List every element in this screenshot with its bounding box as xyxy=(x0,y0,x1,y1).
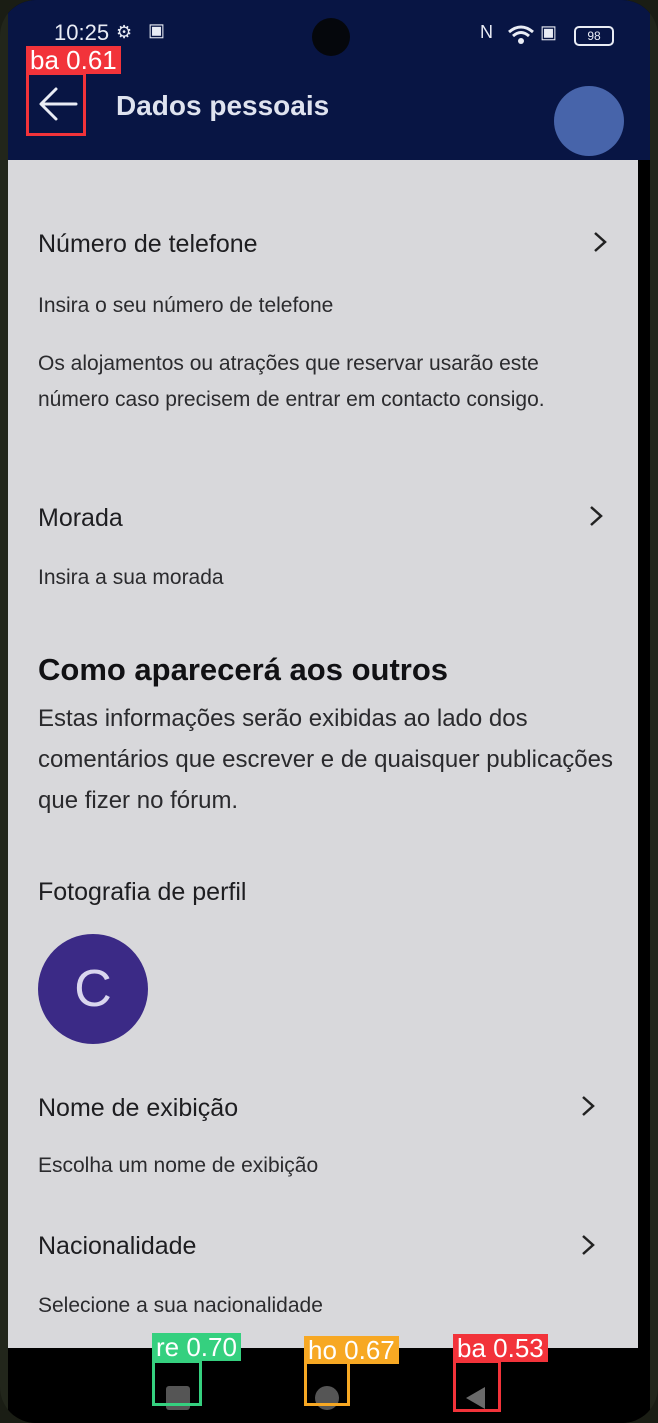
profile-photo-label: Fotografia de perfil xyxy=(38,878,247,906)
detection-box-recents xyxy=(152,1360,202,1406)
appearance-section-title: Como aparecerá aos outros xyxy=(38,652,449,687)
phone-frame: 10:25 ⚙ ▣ N ▣ 98 Dados pessoais Número d… xyxy=(0,0,658,1423)
profile-avatar-top[interactable] xyxy=(554,86,624,156)
detection-box-home xyxy=(304,1360,350,1406)
detection-label-recents: re 0.70 xyxy=(152,1333,241,1361)
chevron-right-icon xyxy=(582,1235,595,1255)
chevron-right-icon xyxy=(594,232,607,252)
display-name-row-subtitle: Escolha um nome de exibição xyxy=(38,1154,319,1177)
phone-row-title: Número de telefone xyxy=(38,230,258,258)
phone-description: Os alojamentos ou atrações que reservar … xyxy=(38,352,545,411)
front-camera xyxy=(312,18,350,56)
appearance-section-text: Estas informações serão exibidas ao lado… xyxy=(38,705,614,814)
nationality-row-subtitle: Selecione a sua nacionalidade xyxy=(38,1294,323,1317)
profile-photo-avatar[interactable]: C xyxy=(38,934,148,1044)
nfc-icon: N xyxy=(480,22,493,42)
address-row-subtitle: Insira a sua morada xyxy=(38,566,224,589)
detection-label-back: ba 0.61 xyxy=(26,46,121,74)
detection-label-back-nav: ba 0.53 xyxy=(453,1334,548,1362)
status-time: 10:25 xyxy=(54,20,110,45)
phone-row-subtitle: Insira o seu número de telefone xyxy=(38,294,334,317)
sim-icon: ▣ xyxy=(540,22,558,42)
nationality-row-title: Nacionalidade xyxy=(38,1232,197,1260)
chevron-right-icon xyxy=(590,506,603,526)
chevron-right-icon xyxy=(582,1096,595,1116)
detection-box-back xyxy=(26,72,86,136)
battery-icon: 98 xyxy=(574,26,614,46)
notification-status-icon: ▣ xyxy=(148,20,166,40)
display-name-row-title: Nome de exibição xyxy=(38,1094,239,1122)
detection-label-home: ho 0.67 xyxy=(304,1336,399,1364)
settings-status-icon: ⚙ xyxy=(116,22,133,42)
content-area: Número de telefone Insira o seu número d… xyxy=(8,160,638,1348)
wifi-icon xyxy=(508,25,534,44)
app-header: 10:25 ⚙ ▣ N ▣ 98 Dados pessoais xyxy=(8,0,650,160)
page-title: Dados pessoais xyxy=(116,90,330,121)
screen: 10:25 ⚙ ▣ N ▣ 98 Dados pessoais Número d… xyxy=(8,0,650,1423)
address-row-title: Morada xyxy=(38,504,123,532)
detection-box-back-nav xyxy=(453,1360,501,1412)
